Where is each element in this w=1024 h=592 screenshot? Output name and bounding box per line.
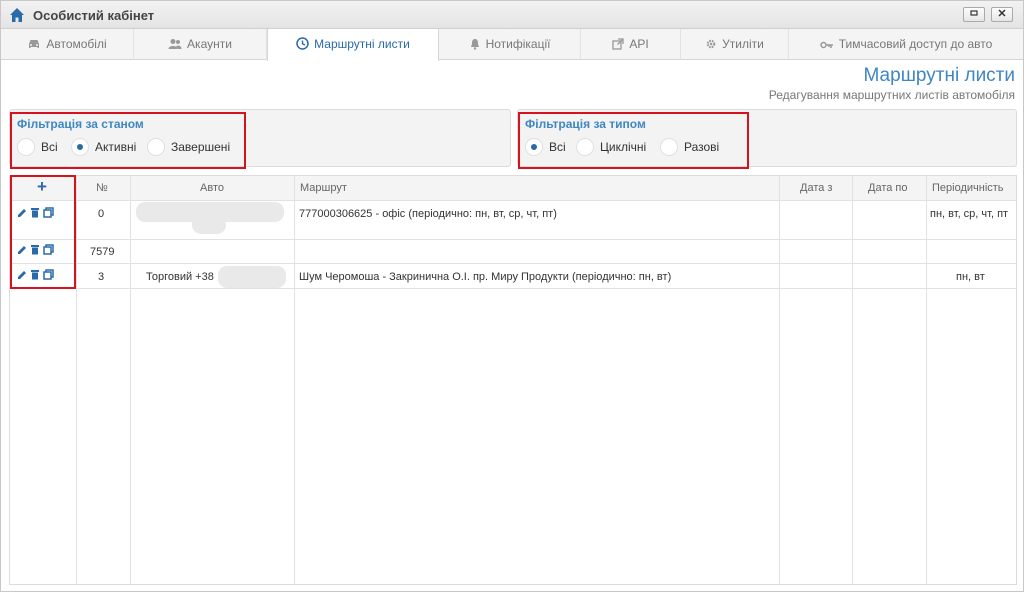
table-header (10, 176, 1016, 200)
column-header-date-to: Дата по (868, 182, 908, 194)
tab-route-sheets-label: Маршрутні листи (314, 37, 410, 51)
column-divider (294, 176, 295, 584)
row-auto: Торговий +38 (146, 271, 214, 283)
radio-circle (660, 138, 678, 156)
radio-circle (17, 138, 35, 156)
row-number: 3 (98, 271, 105, 283)
type-filter-group: Фільтрація за типом Всі Циклічні Разові (518, 112, 749, 169)
radio-circle-selected (71, 138, 89, 156)
column-header-date-from: Дата з (800, 182, 833, 194)
tab-utilities-label: Утиліти (722, 37, 764, 51)
state-filter-title: Фільтрація за станом (17, 117, 144, 131)
page-subtitle: Редагування маршрутних листів автомобіля (768, 88, 1015, 102)
redacted-vehicle (218, 266, 286, 288)
external-link-icon (612, 38, 624, 50)
tab-automobiles-label: Автомобілі (46, 37, 107, 51)
radio-circle (147, 138, 165, 156)
row-periodicity: пн, вт (956, 271, 985, 283)
row-periodicity: пн, вт, ср, чт, пт (930, 208, 1009, 220)
column-divider (130, 176, 131, 584)
row-divider (10, 200, 1016, 201)
row-divider (10, 288, 1016, 289)
radio-circle (576, 138, 594, 156)
radio-circle-selected (525, 138, 543, 156)
row-route: 777000306625 - офіс (періодично: пн, вт,… (299, 208, 557, 220)
row-route: Шум Черомоша - Закринична О.І. пр. Миру … (299, 271, 672, 283)
car-icon (29, 40, 40, 48)
column-divider (852, 176, 853, 584)
tab-temporary-access-label: Тимчасовий доступ до авто (838, 37, 993, 51)
redacted-vehicle (192, 216, 226, 234)
page-title: Маршрутні листи (863, 65, 1015, 86)
tab-temporary-access[interactable]: Тимчасовий доступ до авто (789, 29, 1023, 60)
tab-api-label: API (629, 37, 649, 51)
tab-notifications[interactable]: Нотифікації (439, 29, 581, 60)
tab-bar: Автомобілі Акаунти Маршрутні листи Нотиф… (1, 29, 1023, 61)
tab-accounts[interactable]: Акаунти (134, 29, 267, 60)
clock-icon (296, 37, 309, 50)
state-radio-active-label: Активні (95, 140, 137, 154)
column-header-route: Маршрут (300, 182, 347, 194)
row-divider (10, 263, 1016, 264)
tab-notifications-label: Нотифікації (485, 37, 551, 51)
window-title: Особистий кабінет (33, 8, 155, 23)
close-button[interactable] (991, 7, 1013, 22)
tab-automobiles[interactable]: Автомобілі (1, 29, 134, 60)
route-sheets-table: + № Авто Маршрут Дата з Дата по Періодич… (9, 175, 1017, 585)
state-radio-finished-label: Завершені (171, 140, 231, 154)
row-divider (10, 239, 1016, 240)
restore-icon (970, 10, 978, 16)
tab-api[interactable]: API (581, 29, 681, 60)
type-radio-all-label: Всі (549, 140, 566, 154)
column-divider (926, 176, 927, 584)
column-divider (779, 176, 780, 584)
close-icon (998, 9, 1006, 17)
home-icon[interactable] (9, 7, 25, 23)
column-header-periodicity: Періодичність (932, 182, 1004, 194)
column-header-auto: Авто (200, 182, 224, 194)
state-filter-group: Фільтрація за станом Всі Активні Заверше… (10, 112, 246, 169)
app-window: Особистий кабінет Автомобілі Акаунти Мар… (0, 0, 1024, 592)
column-header-number: № (96, 182, 108, 194)
tab-route-sheets[interactable]: Маршрутні листи (267, 29, 439, 61)
bell-icon (470, 39, 479, 50)
type-radio-single-label: Разові (684, 140, 720, 154)
row-number: 0 (98, 208, 105, 220)
row-number: 7579 (90, 246, 115, 258)
tab-utilities[interactable]: Утиліти (681, 29, 789, 60)
state-radio-all-label: Всі (41, 140, 58, 154)
actions-column-highlight (10, 175, 76, 289)
users-icon (168, 39, 182, 49)
tab-accounts-label: Акаунти (187, 37, 232, 51)
title-bar: Особистий кабінет (1, 1, 1023, 29)
key-icon (819, 41, 833, 49)
restore-button[interactable] (963, 7, 985, 22)
type-filter-title: Фільтрація за типом (525, 117, 646, 131)
type-radio-cyclic-label: Циклічні (600, 140, 647, 154)
gear-icon (706, 39, 716, 49)
column-divider (76, 176, 77, 584)
